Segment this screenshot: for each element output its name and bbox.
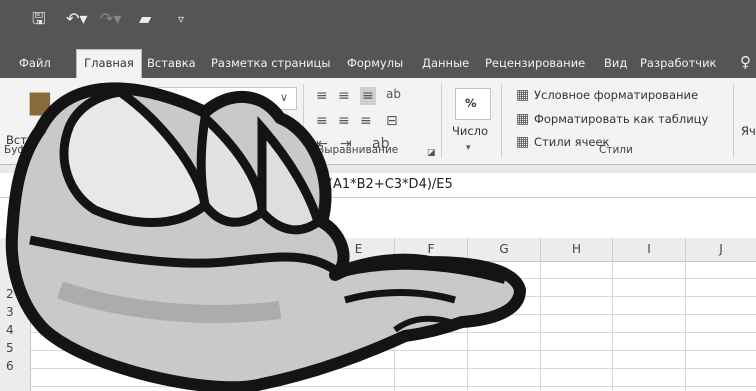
customize-qat-icon[interactable]: ▿ [178, 11, 184, 27]
ribbon-tabs: Файл Главная Вставка Разметка страницы Ф… [0, 37, 756, 78]
wrap-text-icon[interactable]: ab [386, 87, 401, 101]
lightbulb-icon[interactable]: ♀ [740, 53, 751, 71]
cell-styles-icon[interactable]: ▦ [516, 135, 529, 149]
dialog-launcher-icon[interactable]: ◪ [427, 146, 436, 160]
row-header[interactable]: 3 [0, 303, 30, 321]
format-as-table-icon[interactable]: ▦ [516, 112, 529, 126]
tab-developer[interactable]: Разработчик [640, 50, 717, 78]
chevron-down-icon: ∨ [280, 91, 289, 104]
conditional-formatting-button[interactable]: Условное форматирование [534, 88, 698, 102]
undo-icon[interactable]: ↶▾ [66, 11, 87, 27]
tab-formulas[interactable]: Формулы [347, 50, 403, 78]
tab-insert[interactable]: Вставка [147, 50, 196, 78]
format-as-table-button[interactable]: Форматировать как таблицу [534, 112, 708, 126]
copy-icon[interactable]: ❐ [82, 112, 95, 126]
tab-page-layout[interactable]: Разметка страницы [211, 50, 330, 78]
styles-group-label: Стили [599, 144, 633, 156]
number-format-button[interactable]: % [455, 88, 491, 120]
align-bottom-icon[interactable]: ≡ [360, 87, 376, 105]
column-header[interactable]: E [323, 238, 395, 261]
column-header[interactable]: G [468, 238, 541, 261]
tab-file[interactable]: Файл [19, 50, 51, 78]
column-header[interactable]: I [613, 238, 686, 261]
number-dropdown-icon[interactable]: ▾ [466, 141, 471, 155]
percent-symbol: % [465, 96, 477, 110]
row-header[interactable]: 5 [0, 339, 30, 357]
tab-review[interactable]: Рецензирование [485, 50, 585, 78]
open-folder-icon[interactable]: ▰ [139, 11, 151, 27]
column-headers: E F G H I J [0, 238, 756, 262]
ribbon-home: ▆ Вставить ✂ ❐ ✎ Буфер Calibri ∨ ≡ ≡ ≡ a… [0, 78, 756, 165]
align-left-icon[interactable]: ≡ [316, 114, 328, 128]
align-top-icon[interactable]: ≡ [316, 89, 328, 103]
row-headers: 2 3 4 5 6 [0, 261, 31, 391]
save-icon[interactable]: 🖫 [32, 11, 46, 27]
cut-icon[interactable]: ✂ [82, 87, 94, 101]
row-header[interactable]: 6 [0, 357, 30, 375]
column-header[interactable]: H [541, 238, 613, 261]
conditional-formatting-icon[interactable]: ▦ [516, 88, 529, 102]
clipboard-group-label: Буфер [4, 144, 40, 156]
tab-home[interactable]: Главная [76, 49, 142, 78]
font-name-value: Calibri [137, 91, 174, 105]
cell-grid[interactable] [0, 261, 756, 391]
tab-data[interactable]: Данные [422, 50, 469, 78]
paste-icon[interactable]: ▆ [30, 88, 50, 114]
row-header[interactable]: 4 [0, 321, 30, 339]
align-right-icon[interactable]: ≡ [360, 114, 372, 128]
cells-group-partial[interactable]: Яч [741, 124, 756, 138]
alignment-group-label: Выравнивание [317, 144, 399, 156]
redo-icon[interactable]: ↷▾ [100, 11, 121, 27]
ribbon-gap [0, 165, 756, 173]
font-name-select[interactable]: Calibri ∨ [131, 87, 297, 110]
formula-bar[interactable]: =(A1*B2+C3*D4)/E5 [0, 173, 756, 198]
quick-access-toolbar: 🖫 ↶▾ ↷▾ ▰ ▿ [0, 0, 756, 37]
row-header[interactable]: 2 [0, 285, 30, 303]
align-center-icon[interactable]: ≡ [338, 114, 350, 128]
number-label[interactable]: Число [452, 124, 488, 138]
tab-view[interactable]: Вид [604, 50, 627, 78]
format-painter-icon[interactable]: ✎ [82, 135, 94, 149]
align-middle-icon[interactable]: ≡ [338, 89, 350, 103]
formula-input[interactable]: =(A1*B2+C3*D4)/E5 [317, 177, 453, 192]
merge-cells-icon[interactable]: ⊟ [386, 114, 398, 128]
column-header[interactable]: F [395, 238, 468, 261]
column-header[interactable]: J [686, 238, 756, 261]
